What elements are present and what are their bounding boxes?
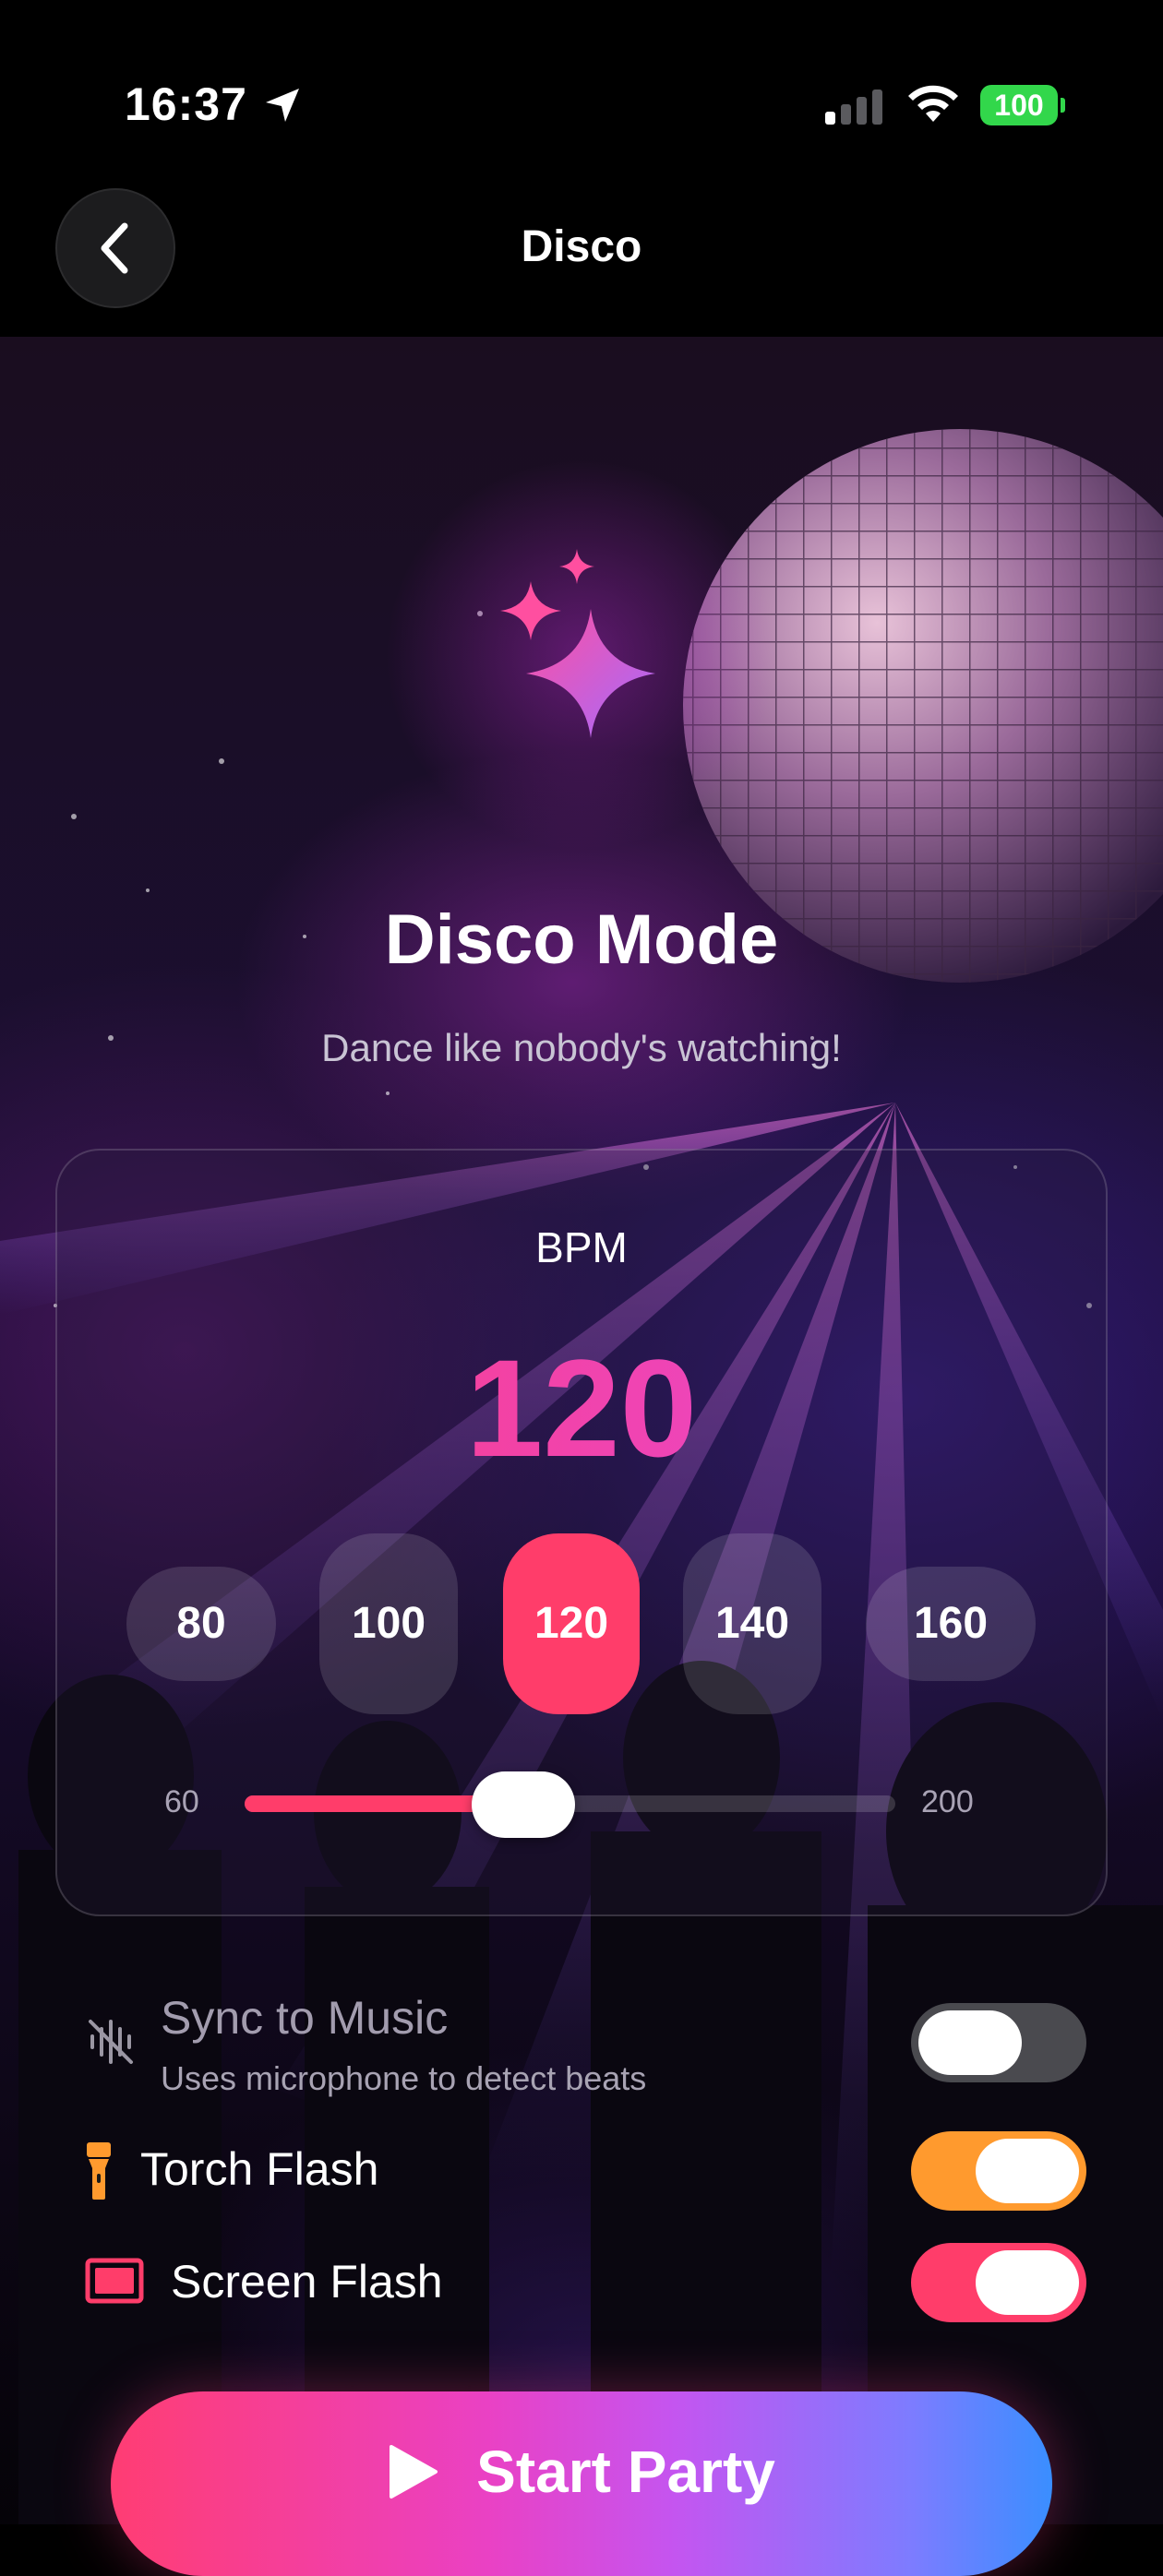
bpm-slider-thumb[interactable] (472, 1771, 576, 1838)
play-icon (390, 2445, 438, 2498)
nav-title: Disco (521, 222, 642, 271)
screen-flash-label: Screen Flash (171, 2256, 443, 2308)
toggle-knob (976, 2250, 1079, 2315)
screen-flash-toggle[interactable] (911, 2243, 1086, 2322)
bpm-preset-100[interactable]: 100 (319, 1533, 458, 1714)
sparkles-icon (500, 549, 655, 738)
cellular-signal-icon (825, 89, 882, 125)
slider-max-label: 200 (921, 1784, 974, 1819)
waveform-slash-icon (89, 2020, 133, 2064)
start-party-button[interactable]: Start Party (111, 2391, 1052, 2576)
status-bar: 16:37 100 (0, 0, 1163, 185)
wifi-icon (908, 85, 958, 122)
battery-level: 100 (980, 85, 1058, 125)
bpm-value: 120 (0, 1329, 1163, 1488)
flashlight-icon (87, 2142, 111, 2200)
bpm-preset-160[interactable]: 160 (866, 1567, 1036, 1681)
status-time: 16:37 (125, 78, 247, 130)
toggle-knob (918, 2010, 1022, 2075)
battery-tip (1061, 98, 1065, 113)
torch-flash-toggle[interactable] (911, 2131, 1086, 2211)
page-title: Disco Mode (384, 900, 779, 979)
start-party-label: Start Party (476, 2439, 775, 2505)
battery-indicator: 100 (980, 85, 1065, 125)
page-subtitle: Dance like nobody's watching! (321, 1026, 842, 1069)
sync-to-music-toggle[interactable] (911, 2003, 1086, 2082)
bpm-label: BPM (535, 1223, 628, 1271)
bpm-preset-120[interactable]: 120 (503, 1533, 640, 1714)
bpm-preset-80[interactable]: 80 (126, 1567, 276, 1681)
sync-to-music-label: Sync to Music (161, 1992, 449, 2044)
bpm-preset-140[interactable]: 140 (683, 1533, 821, 1714)
screen-icon (85, 2258, 144, 2304)
slider-min-label: 60 (164, 1784, 199, 1819)
torch-flash-label: Torch Flash (140, 2143, 379, 2195)
toggle-knob (976, 2139, 1079, 2203)
location-arrow-icon (266, 89, 299, 122)
sync-to-music-description: Uses microphone to detect beats (161, 2059, 647, 2097)
